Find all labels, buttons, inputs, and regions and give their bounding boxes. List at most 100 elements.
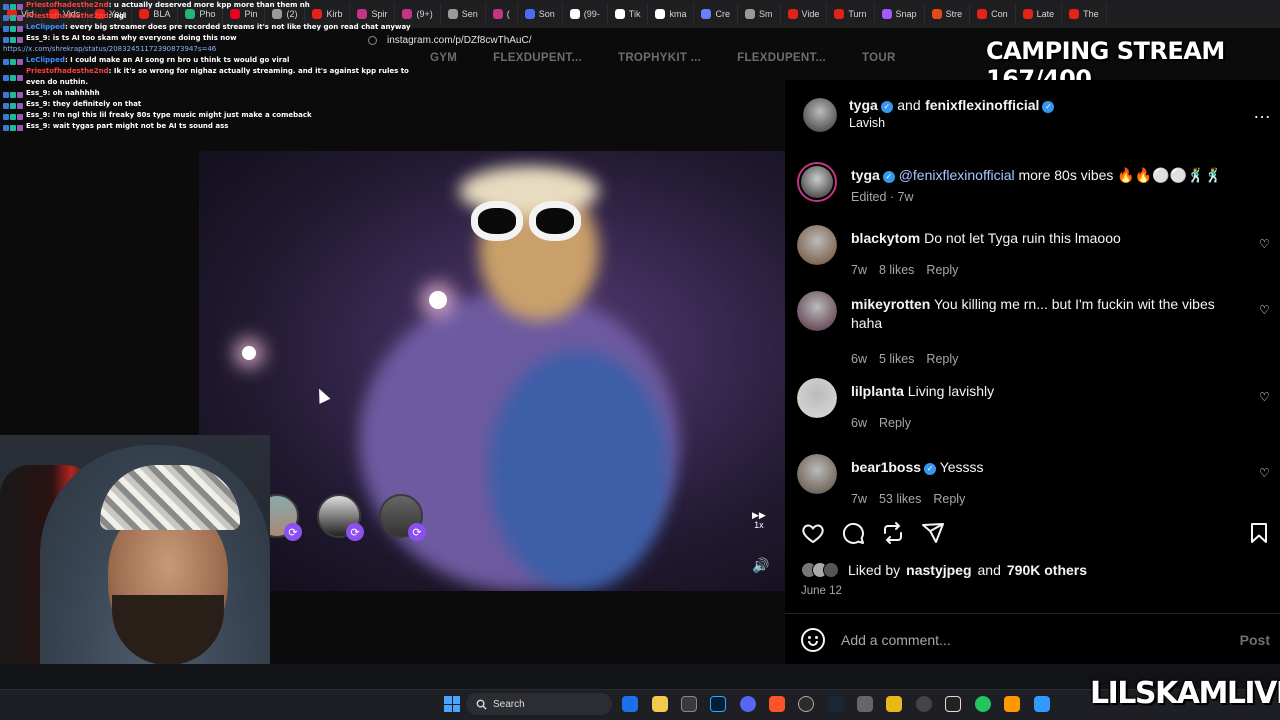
chat-badges (3, 33, 23, 44)
app-icon[interactable] (857, 696, 873, 712)
comment-likes[interactable]: 8 likes (879, 263, 914, 277)
nav-item[interactable]: GYM (430, 52, 457, 72)
caption-mention[interactable]: @fenixflexinofficial (899, 167, 1015, 183)
reply-button[interactable]: Reply (926, 263, 958, 277)
steam-icon[interactable] (828, 696, 844, 712)
taskbar-search[interactable]: Search (466, 693, 612, 715)
browser-tab[interactable]: Tik (608, 3, 649, 25)
file-explorer-icon[interactable] (652, 696, 668, 712)
brave-browser-icon[interactable] (769, 696, 785, 712)
like-heart-icon[interactable] (801, 521, 825, 545)
comment-like-heart-icon[interactable]: ♡ (1259, 467, 1270, 479)
nav-item[interactable]: TOUR (862, 52, 896, 72)
browser-tab[interactable]: (99- (563, 3, 608, 25)
save-bookmark-icon[interactable] (1247, 521, 1271, 545)
browser-tab[interactable]: Cre (694, 3, 738, 25)
chat-username[interactable]: Ess_9 (26, 122, 48, 130)
browser-tab[interactable]: Sen (441, 3, 486, 25)
share-icon[interactable] (921, 521, 945, 545)
comment-age: 6w (851, 416, 867, 430)
chat-badges (3, 55, 23, 66)
browser-tab[interactable]: Turn (827, 3, 875, 25)
app-icon[interactable] (1004, 696, 1020, 712)
reply-button[interactable]: Reply (879, 416, 911, 430)
obs-icon[interactable] (798, 696, 814, 712)
playback-speed-button[interactable]: ▶▶ 1x (752, 510, 766, 530)
browser-tab[interactable]: kma (648, 3, 695, 25)
tab-favicon-icon (931, 9, 942, 19)
comment-username[interactable]: bear1boss (851, 459, 921, 475)
chat-badge-icon (17, 25, 23, 32)
reel-video[interactable]: ⟳ ⟳ ⟳ (199, 151, 785, 591)
commenter-avatar[interactable] (797, 225, 837, 265)
collaborator-username[interactable]: fenixflexinofficial (925, 97, 1039, 113)
store-icon[interactable] (681, 696, 697, 712)
app-icon[interactable] (1034, 696, 1050, 712)
liked-by-others[interactable]: 790K others (1007, 562, 1087, 578)
nav-item[interactable]: FLEXDUPENT... (493, 52, 582, 72)
comment-age: 7w (851, 492, 867, 506)
chat-username[interactable]: Ess_9 (26, 89, 48, 97)
reply-button[interactable]: Reply (933, 492, 965, 506)
chat-message: Ess_9: oh nahhhhh (3, 88, 413, 99)
address-bar[interactable]: instagram.com/p/DZf8cwThAuC/ (368, 30, 788, 50)
more-options-button[interactable]: … (1253, 102, 1272, 123)
browser-tab[interactable]: Son (518, 3, 563, 25)
app-icon[interactable] (945, 696, 961, 712)
caption-meta: Edited · 7w (851, 190, 914, 204)
browser-tab[interactable]: Con (970, 3, 1016, 25)
chat-username[interactable]: Priestofhadesthe2nd (26, 1, 109, 9)
nav-item[interactable]: FLEXDUPENT... (737, 52, 826, 72)
chat-username[interactable]: Priestofhadesthe2nd (26, 12, 109, 20)
emoji-icon[interactable] (801, 628, 825, 652)
browser-tab[interactable]: Stre (925, 3, 971, 25)
app-icon[interactable] (916, 696, 932, 712)
browser-tab-label: (99- (583, 9, 600, 19)
commenter-avatar[interactable] (797, 378, 837, 418)
browser-tab[interactable]: Late (1016, 3, 1063, 25)
chat-username[interactable]: Priestofhadesthe2nd (26, 67, 109, 75)
chat-message: Priestofhadesthe2nd: u actually deserved… (3, 0, 413, 11)
discord-icon[interactable] (740, 696, 756, 712)
add-comment-input[interactable]: Add a comment... (841, 632, 951, 648)
post-header: tyga ✓ and fenixflexinofficial ✓ Lavish … (785, 80, 1280, 148)
audio-name[interactable]: Lavish (849, 116, 885, 130)
caption-author-avatar[interactable] (797, 162, 837, 202)
liked-by-user[interactable]: nastyjpeg (906, 562, 971, 578)
photoshop-icon[interactable] (710, 696, 726, 712)
comment-likes[interactable]: 5 likes (879, 352, 914, 366)
chat-username[interactable]: Ess_9 (26, 111, 48, 119)
app-icon[interactable] (975, 696, 991, 712)
caption-username[interactable]: tyga (851, 167, 880, 183)
comment-username[interactable]: lilplanta (851, 383, 904, 399)
browser-tab[interactable]: Sm (738, 3, 781, 25)
comment-like-heart-icon[interactable]: ♡ (1259, 304, 1270, 316)
commenter-avatar[interactable] (797, 291, 837, 331)
comment-like-heart-icon[interactable]: ♡ (1259, 238, 1270, 250)
chat-link[interactable]: https://x.com/shrekrap/status/2083245117… (3, 44, 216, 55)
browser-tab[interactable]: Snap (875, 3, 925, 25)
nav-item[interactable]: TROPHYKIT ... (618, 52, 701, 72)
chat-username[interactable]: LeClipped (26, 23, 65, 31)
browser-tab[interactable]: Vide (781, 3, 828, 25)
windows-start-icon[interactable] (444, 696, 460, 712)
reply-button[interactable]: Reply (926, 352, 958, 366)
volume-icon[interactable]: 🔊 (752, 557, 769, 574)
post-comment-button[interactable]: Post (1240, 632, 1270, 648)
author-username[interactable]: tyga (849, 97, 878, 113)
chat-username[interactable]: Ess_9 (26, 34, 48, 42)
author-avatar[interactable] (803, 98, 837, 132)
browser-tab[interactable]: The (1062, 3, 1107, 25)
app-icon[interactable] (886, 696, 902, 712)
comment-username[interactable]: mikeyrotten (851, 296, 930, 312)
commenter-avatar[interactable] (797, 454, 837, 494)
chat-username[interactable]: Ess_9 (26, 100, 48, 108)
comment-likes[interactable]: 53 likes (879, 492, 921, 506)
comment-username[interactable]: blackytom (851, 230, 920, 246)
comment-like-heart-icon[interactable]: ♡ (1259, 391, 1270, 403)
browser-tab[interactable]: ( (486, 3, 518, 25)
copilot-icon[interactable] (622, 696, 638, 712)
comment-icon[interactable] (841, 521, 865, 545)
chat-username[interactable]: LeClipped (26, 56, 65, 64)
repost-icon[interactable] (881, 521, 905, 545)
